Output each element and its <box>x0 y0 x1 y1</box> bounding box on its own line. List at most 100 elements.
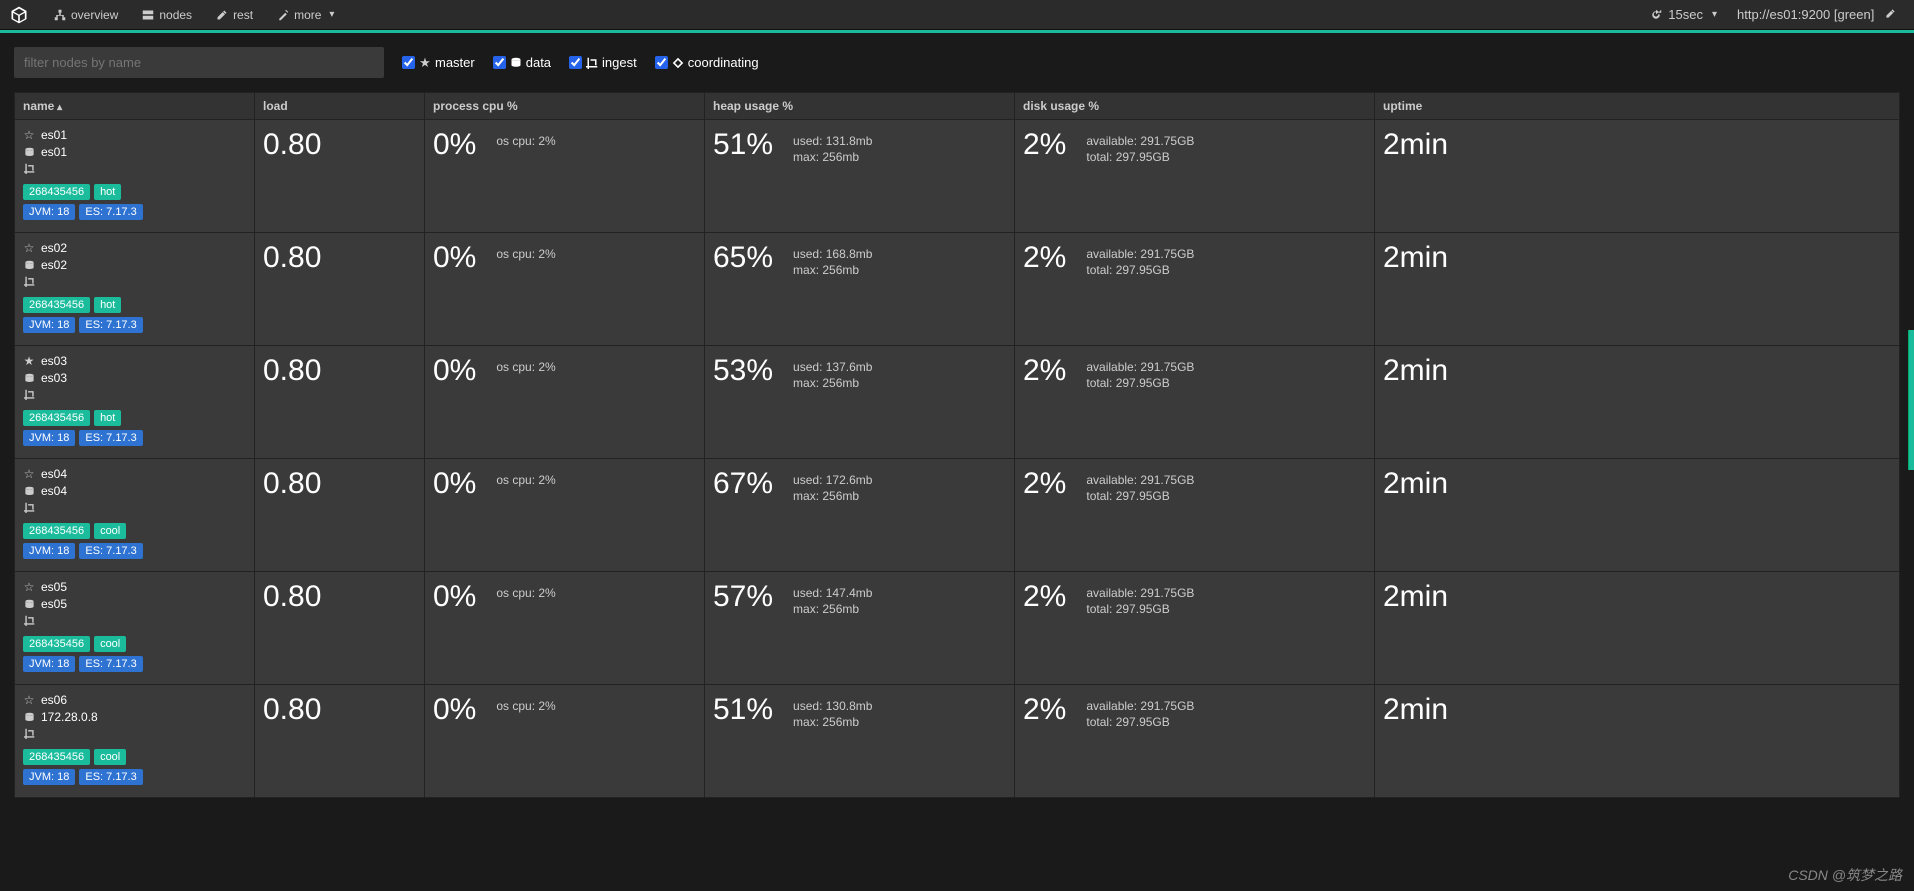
disk-value: 2% <box>1023 241 1066 275</box>
node-host: es05 <box>41 597 67 611</box>
badge-jvm: JVM: 18 <box>23 204 75 220</box>
crop-icon <box>23 614 35 626</box>
filter-coordinating[interactable]: coordinating <box>655 55 759 70</box>
heap-value: 51% <box>713 128 773 162</box>
badge-jvm: JVM: 18 <box>23 430 75 446</box>
disk-value: 2% <box>1023 354 1066 388</box>
cpu-cell: 0% os cpu: 2% <box>425 233 705 346</box>
cpu-cell: 0% os cpu: 2% <box>425 572 705 685</box>
disk-cell: 2% available: 291.75GB total: 297.95GB <box>1015 572 1375 685</box>
load-value: 0.80 <box>263 354 416 388</box>
disk-cell: 2% available: 291.75GB total: 297.95GB <box>1015 233 1375 346</box>
disk-total: total: 297.95GB <box>1086 263 1194 277</box>
node-name-cell[interactable]: ☆es02 es02 268435456 hot JVM: 18 ES: 7.1… <box>15 233 255 346</box>
pencil-icon[interactable] <box>1884 8 1896 20</box>
load-value: 0.80 <box>263 580 416 614</box>
badge-es: ES: 7.17.3 <box>79 543 142 559</box>
uptime-cell: 2min <box>1375 120 1900 233</box>
nav-overview-label: overview <box>71 8 118 22</box>
database-icon <box>23 485 35 497</box>
heap-max: max: 256mb <box>793 602 872 616</box>
crop-icon <box>23 727 35 739</box>
cpu-cell: 0% os cpu: 2% <box>425 685 705 798</box>
heap-used: used: 137.6mb <box>793 360 872 374</box>
nav-rest-label: rest <box>233 8 253 22</box>
disk-total: total: 297.95GB <box>1086 376 1194 390</box>
filter-data[interactable]: data <box>493 55 551 70</box>
scroll-indicator <box>1908 330 1914 470</box>
node-name-cell[interactable]: ☆es06 172.28.0.8 268435456 cool JVM: 18 … <box>15 685 255 798</box>
heap-cell: 51% used: 130.8mb max: 256mb <box>705 685 1015 798</box>
disk-total: total: 297.95GB <box>1086 602 1194 616</box>
node-name: es02 <box>41 241 67 255</box>
col-heap[interactable]: heap usage % <box>705 93 1015 120</box>
node-host: es03 <box>41 371 67 385</box>
crop-icon <box>23 275 35 287</box>
node-name: es03 <box>41 354 67 368</box>
badge-tier: cool <box>94 636 126 652</box>
load-value: 0.80 <box>263 693 416 727</box>
load-cell: 0.80 <box>255 120 425 233</box>
node-name: es06 <box>41 693 67 707</box>
col-load[interactable]: load <box>255 93 425 120</box>
load-cell: 0.80 <box>255 346 425 459</box>
load-value: 0.80 <box>263 241 416 275</box>
node-name-cell[interactable]: ☆es01 es01 268435456 hot JVM: 18 ES: 7.1… <box>15 120 255 233</box>
load-cell: 0.80 <box>255 572 425 685</box>
star-icon: ★ <box>419 57 431 69</box>
server-icon <box>142 9 154 21</box>
heap-value: 67% <box>713 467 773 501</box>
badge-memory: 268435456 <box>23 410 90 426</box>
os-cpu: os cpu: 2% <box>496 699 555 713</box>
badge-memory: 268435456 <box>23 749 90 765</box>
crop-icon <box>23 162 35 174</box>
disk-cell: 2% available: 291.75GB total: 297.95GB <box>1015 346 1375 459</box>
nav-rest[interactable]: rest <box>204 0 265 30</box>
watermark: CSDN @筑梦之路 <box>1788 865 1902 885</box>
edit-icon <box>216 9 228 21</box>
heap-max: max: 256mb <box>793 715 872 729</box>
nav-more-label: more <box>294 8 321 22</box>
heap-cell: 51% used: 131.8mb max: 256mb <box>705 120 1015 233</box>
col-cpu[interactable]: process cpu % <box>425 93 705 120</box>
uptime-value: 2min <box>1383 241 1891 275</box>
database-icon <box>23 711 35 723</box>
load-value: 0.80 <box>263 128 416 162</box>
crop-icon <box>23 501 35 513</box>
sitemap-icon <box>54 9 66 21</box>
refresh-dropdown[interactable]: 15sec <box>1640 7 1727 22</box>
col-uptime[interactable]: uptime <box>1375 93 1900 120</box>
node-name-cell[interactable]: ★es03 es03 268435456 hot JVM: 18 ES: 7.1… <box>15 346 255 459</box>
nav-nodes[interactable]: nodes <box>130 0 204 30</box>
node-host: 172.28.0.8 <box>41 710 98 724</box>
nav-overview[interactable]: overview <box>42 0 130 30</box>
crop-icon <box>23 388 35 400</box>
star-icon: ☆ <box>23 694 35 706</box>
diamond-icon <box>672 57 684 69</box>
star-icon: ☆ <box>23 129 35 141</box>
nav-more[interactable]: more <box>265 0 346 30</box>
uptime-cell: 2min <box>1375 459 1900 572</box>
disk-value: 2% <box>1023 580 1066 614</box>
heap-cell: 65% used: 168.8mb max: 256mb <box>705 233 1015 346</box>
database-icon <box>510 57 522 69</box>
disk-available: available: 291.75GB <box>1086 699 1194 713</box>
col-disk[interactable]: disk usage % <box>1015 93 1375 120</box>
disk-cell: 2% available: 291.75GB total: 297.95GB <box>1015 459 1375 572</box>
top-nav: overview nodes rest more 15sec http://es… <box>0 0 1914 30</box>
uptime-cell: 2min <box>1375 233 1900 346</box>
badge-jvm: JVM: 18 <box>23 543 75 559</box>
filter-input[interactable] <box>14 47 384 78</box>
filter-master[interactable]: ★master <box>402 55 475 70</box>
node-name-cell[interactable]: ☆es05 es05 268435456 cool JVM: 18 ES: 7.… <box>15 572 255 685</box>
uptime-cell: 2min <box>1375 346 1900 459</box>
heap-max: max: 256mb <box>793 150 872 164</box>
load-cell: 0.80 <box>255 459 425 572</box>
col-name[interactable]: name <box>15 93 255 120</box>
cluster-status: [green] <box>1834 7 1874 22</box>
heap-cell: 53% used: 137.6mb max: 256mb <box>705 346 1015 459</box>
cluster-url[interactable]: http://es01:9200 [green] <box>1727 7 1906 22</box>
filter-ingest[interactable]: ingest <box>569 55 637 70</box>
node-name-cell[interactable]: ☆es04 es04 268435456 cool JVM: 18 ES: 7.… <box>15 459 255 572</box>
cpu-value: 0% <box>433 128 476 162</box>
